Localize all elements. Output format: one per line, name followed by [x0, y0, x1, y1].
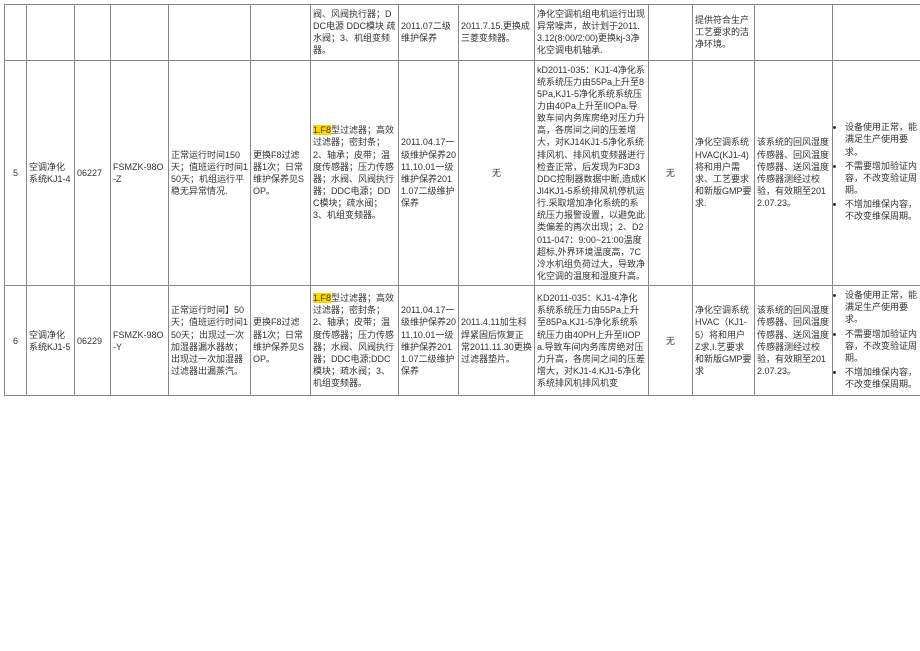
system-name: 空调净化系统KJ1-5 — [27, 286, 75, 396]
filter-rest: 型过滤器；高效过滤器；密封条；2、轴承；皮带；温度传感器；压力传感器；水阀、风阀… — [313, 293, 394, 388]
highlight-f8: 1.F8 — [313, 125, 331, 135]
list-item: 不需要增加验证内容，不改变验证周期。 — [845, 160, 920, 196]
model-number: FSMZK-98O-Z — [111, 60, 169, 286]
conclusion-cell: 设备使用正常，能满足生产使用要求。 不需要增加验证内容，不改变验证周期。 不增加… — [833, 60, 920, 286]
list-item: 不需要增加验证内容，不改变验证周期。 — [845, 328, 920, 364]
replace-desc: 更换F8过滤器1次；日常维护保养见SOP。 — [251, 60, 311, 286]
sensor-desc: 该系统的回风湿度传感器、回风温度传感器、送风温度传感器测经过校验，有效期至201… — [755, 60, 833, 286]
cell — [5, 5, 27, 61]
cell — [111, 5, 169, 61]
list-item: 设备使用正常，能满足生产使用要求。 — [845, 121, 920, 157]
list-item: 设备使用正常，能满足生产使用要求。 — [845, 289, 920, 325]
row-number: 5 — [5, 60, 27, 286]
cell: 2011.07二级维护保养 — [399, 5, 459, 61]
highlight-f8: 1.F8 — [313, 293, 331, 303]
row-number: 6 — [5, 286, 27, 396]
kd-desc: KD2011-035：KJ1-4净化系统系统压力由55Pa上升至85Pa.KJ1… — [535, 286, 649, 396]
equipment-code: 06229 — [75, 286, 111, 396]
sensor-desc: 该系统的回风湿度传感器、回风温度传感器、送风温度传感器测经过校验，有效期至201… — [755, 286, 833, 396]
cell — [27, 5, 75, 61]
cell: 净化空调机组电机运行出现异常噪声，故计划于2011.3.12(8:00/2:00… — [535, 5, 649, 61]
runtime-desc: 正常运行时间】50天；值班运行时间150天；出现过一次加湿器漏水器故；出现过一次… — [169, 286, 251, 396]
cell — [169, 5, 251, 61]
cell — [755, 5, 833, 61]
filter-rest: 型过滤器；高效过滤器；密封条；2、轴承；皮带；温度传感器；压力传感器；水阀、风阀… — [313, 125, 394, 220]
cell: 2011.7.15.更换成三菱变频器。 — [459, 5, 535, 61]
table-row: 阀、风阀执行器；DDC电源 DDC模块 疏水阀；3、机组变频器。 2011.07… — [5, 5, 920, 61]
equipment-code: 06227 — [75, 60, 111, 286]
cell — [75, 5, 111, 61]
runtime-desc: 正常运行时间150天；值班运行时间150天；机组运行平稳无异常情况. — [169, 60, 251, 286]
repair-desc: 2011.4.11加生科焊紧固后恢复正常2011.11.30更换过滤器垫片。 — [459, 286, 535, 396]
filter-desc: 1.F8型过滤器；高效过滤器；密封条；2、轴承；皮带；温度传感器；压力传感器；水… — [311, 286, 399, 396]
cell — [251, 5, 311, 61]
cell — [649, 5, 693, 61]
cell: 阀、风阀执行器；DDC电源 DDC模块 疏水阀；3、机组变频器。 — [311, 5, 399, 61]
kd-desc: kD2011-035：KJ1-4净化系统系统压力由55Pa上升至85Pa,KJ1… — [535, 60, 649, 286]
list-item: 不增加维保内容，不改变维保周期。 — [845, 366, 920, 390]
table-row: 6 空调净化系统KJ1-5 06229 FSMZK-98O-Y 正常运行时间】5… — [5, 286, 920, 396]
table-row: 5 空调净化系统KJ1-4 06227 FSMZK-98O-Z 正常运行时间15… — [5, 60, 920, 286]
conclusion-cell: 设备使用正常，能满足生产使用要求。 不需要增加验证内容，不改变验证周期。 不增加… — [833, 286, 920, 396]
none-cell: 无 — [649, 286, 693, 396]
bullet-list: 设备使用正常，能满足生产使用要求。 不需要增加验证内容，不改变验证周期。 不增加… — [835, 121, 920, 222]
system-name: 空调净化系统KJ1-4 — [27, 60, 75, 286]
bullet-list: 设备使用正常，能满足生产使用要求。 不需要增加验证内容，不改变验证周期。 不增加… — [835, 289, 920, 390]
cell: 提供符合生产工艺要求的洁净环境。 — [693, 5, 755, 61]
filter-desc: 1.F8型过滤器；高效过滤器；密封条；2、轴承；皮带；温度传感器；压力传感器；水… — [311, 60, 399, 286]
cell — [833, 5, 920, 61]
purpose-desc: 净化空调系统HVAC（KJ1-5）将和用户 Z求,I.艺要求和新版GMP要求 — [693, 286, 755, 396]
maintenance-dates: 2011.04.17一级维护保养2011.10.01一级维护保养2011.07二… — [399, 60, 459, 286]
list-item: 不增加维保内容，不改变维保周期。 — [845, 198, 920, 222]
replace-desc: 更换F8过滤器1次；日常维护保养见SOP。 — [251, 286, 311, 396]
data-table: 阀、风阀执行器；DDC电源 DDC模块 疏水阀；3、机组变频器。 2011.07… — [4, 4, 920, 396]
maintenance-dates: 2011.04.17一级维护保养2011.10.01一级维护保养2011.07二… — [399, 286, 459, 396]
none-cell: 无 — [459, 60, 535, 286]
none-cell: 无 — [649, 60, 693, 286]
purpose-desc: 净化空调系统HVAC(KJ1-4)将和用户需求、工艺要求和新版GMP要求. — [693, 60, 755, 286]
model-number: FSMZK-98O-Y — [111, 286, 169, 396]
